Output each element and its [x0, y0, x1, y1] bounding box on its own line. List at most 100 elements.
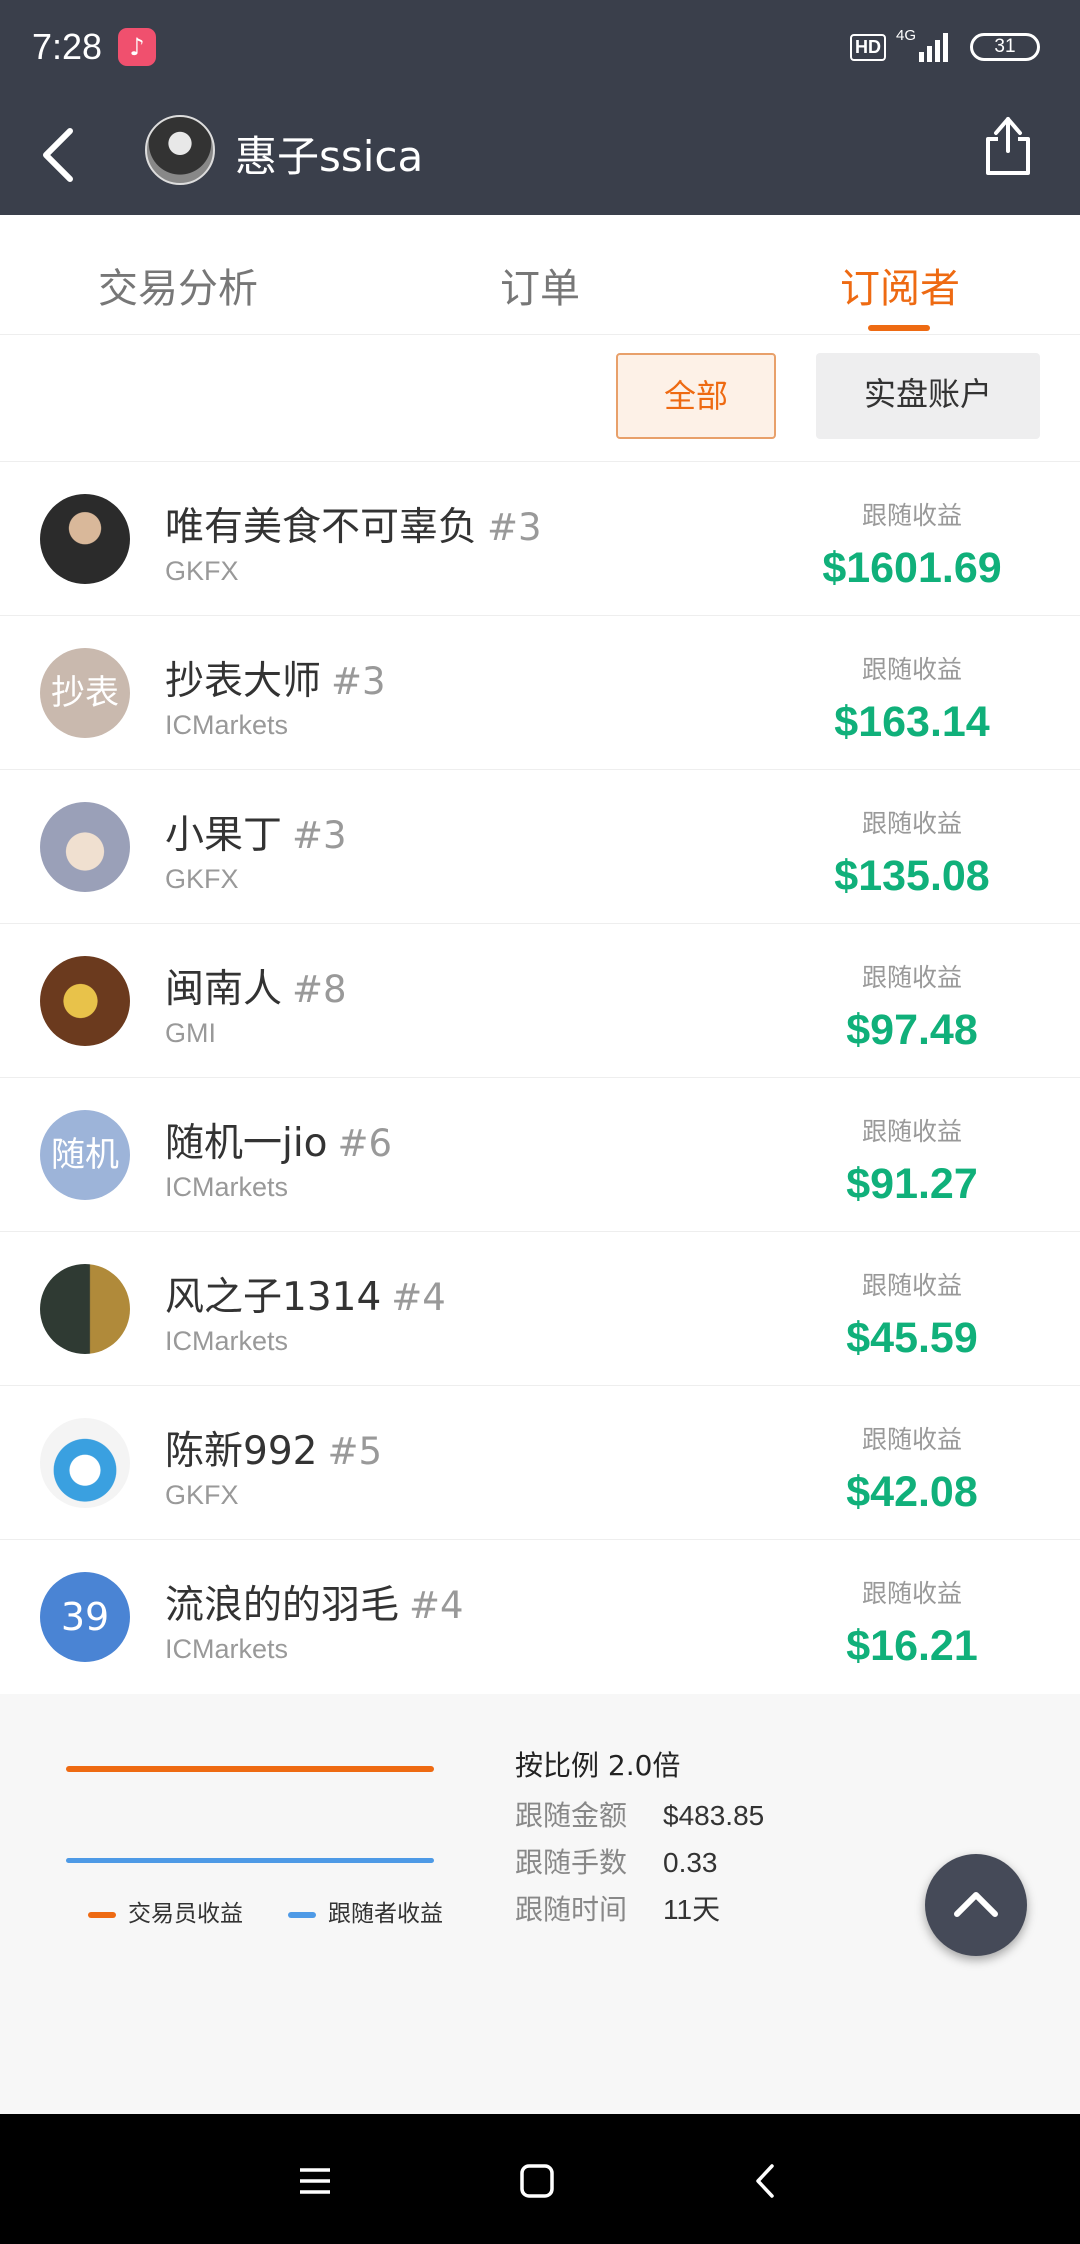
subscriber-rank: #3	[292, 814, 347, 857]
broker-name: ICMarkets	[165, 1172, 289, 1202]
stat-value: 11天	[663, 1894, 721, 1925]
broker-name: ICMarkets	[165, 710, 289, 740]
scroll-to-top-button[interactable]	[925, 1854, 1027, 1956]
page-title: 惠子ssica	[235, 132, 424, 181]
follow-ratio: 按比例 2.0倍	[515, 1749, 681, 1782]
trader-avatar[interactable]	[145, 115, 215, 185]
subscriber-rank: #6	[337, 1122, 393, 1165]
subscriber-name-row: 陈新992 #5	[165, 1420, 382, 1476]
hd-badge: HD	[850, 34, 886, 61]
stat-label: 跟随时间	[515, 1893, 628, 1926]
list-item[interactable]: 闽南人 #8 GMI 跟随收益 $97.48	[0, 924, 1080, 1078]
avatar	[40, 802, 130, 892]
profit-label: 跟随收益	[861, 501, 962, 530]
tab-subscribers[interactable]: 订阅者	[840, 256, 960, 314]
broker-name: GMI	[165, 1018, 216, 1048]
subscriber-name-row: 风之子1314 #4	[165, 1266, 446, 1322]
subscriber-rank: #4	[391, 1276, 446, 1319]
broker-name: GKFX	[165, 556, 239, 586]
legend-follower: 跟随者收益	[288, 1894, 443, 1928]
subscriber-name-row: 闽南人 #8	[165, 958, 347, 1014]
system-nav-bar	[0, 2114, 1080, 2244]
profit-value: $91.27	[846, 1160, 978, 1208]
subscriber-name: 陈新992	[165, 1429, 318, 1474]
chevron-up-icon	[954, 1892, 998, 1917]
follow-stats: 按比例 2.0倍 跟随金额 $483.85 跟随手数 0.33 跟随时间 11天	[515, 1744, 764, 1935]
list-item[interactable]: 小果丁 #3 GKFX 跟随收益 $135.08	[0, 770, 1080, 924]
subscriber-name: 流浪的的羽毛	[165, 1583, 400, 1628]
tab-trade-analysis[interactable]: 交易分析	[98, 256, 258, 314]
back-arrow-icon[interactable]	[32, 119, 92, 189]
avatar: 39	[40, 1572, 130, 1662]
avatar: 抄表	[40, 648, 130, 738]
list-item[interactable]: 抄表 抄表大师 #3 ICMarkets 跟随收益 $163.14	[0, 616, 1080, 770]
filter-all-button[interactable]: 全部	[616, 353, 776, 439]
subscriber-rank: #3	[487, 506, 542, 549]
subscriber-rank: #5	[327, 1430, 382, 1473]
menu-icon[interactable]	[290, 2156, 340, 2206]
list-item[interactable]: 陈新992 #5 GKFX 跟随收益 $42.08	[0, 1386, 1080, 1540]
stat-label: 跟随手数	[515, 1846, 628, 1879]
home-icon[interactable]	[512, 2156, 562, 2206]
legend-follower-label: 跟随者收益	[328, 1901, 443, 1927]
signal-icon	[919, 33, 948, 62]
top-app-bar: 惠子ssica	[0, 95, 1080, 215]
profit-label: 跟随收益	[861, 1579, 962, 1608]
list-item[interactable]: 唯有美食不可辜负 #3 GKFX 跟随收益 $1601.69	[0, 462, 1080, 616]
avatar: 随机	[40, 1110, 130, 1200]
avatar	[40, 1264, 130, 1354]
stat-label: 跟随金额	[515, 1799, 628, 1832]
profit-value: $42.08	[846, 1468, 978, 1516]
subscriber-rank: #3	[331, 660, 386, 703]
subscriber-name: 小果丁	[165, 813, 283, 858]
profit-label: 跟随收益	[861, 809, 962, 838]
profit-value: $163.14	[834, 698, 990, 746]
list-item[interactable]: 随机 随机一jio #6 ICMarkets 跟随收益 $91.27	[0, 1078, 1080, 1232]
profit-label: 跟随收益	[861, 1271, 962, 1300]
profit-value: $1601.69	[822, 544, 1002, 592]
clock: 7:28	[32, 26, 103, 67]
trader-profit-line	[66, 1766, 434, 1772]
broker-name: ICMarkets	[165, 1634, 289, 1664]
filter-real-account-button[interactable]: 实盘账户	[816, 353, 1040, 439]
list-item[interactable]: 39 流浪的的羽毛 #4 ICMarkets 跟随收益 $16.21	[0, 1540, 1080, 1694]
profit-value: $97.48	[846, 1006, 978, 1054]
share-icon[interactable]	[980, 111, 1036, 179]
subscriber-name: 随机一jio	[165, 1121, 328, 1166]
legend-trader-label: 交易员收益	[128, 1901, 243, 1927]
follower-profit-line	[66, 1858, 434, 1863]
avatar	[40, 956, 130, 1046]
legend-swatch-orange	[88, 1911, 116, 1918]
legend-trader: 交易员收益	[88, 1894, 243, 1928]
broker-name: GKFX	[165, 864, 239, 894]
subscriber-list: 唯有美食不可辜负 #3 GKFX 跟随收益 $1601.69 抄表 抄表大师 #3 …	[0, 462, 1080, 1694]
subscriber-name: 唯有美食不可辜负	[165, 505, 478, 550]
subscriber-name-row: 唯有美食不可辜负 #3	[165, 496, 542, 552]
stat-row: 跟随手数 0.33	[515, 1841, 764, 1888]
avatar	[40, 1418, 130, 1508]
subscriber-name: 闽南人	[165, 967, 283, 1012]
back-icon[interactable]	[740, 2156, 790, 2206]
subscriber-name: 风之子1314	[165, 1275, 382, 1320]
subscriber-name-row: 随机一jio #6	[165, 1112, 392, 1168]
stat-value: 0.33	[663, 1847, 718, 1878]
profit-label: 跟随收益	[861, 963, 962, 992]
subscriber-rank: #8	[292, 968, 347, 1011]
subscriber-rank: #4	[409, 1584, 464, 1627]
filter-bar: 全部 实盘账户	[0, 336, 1080, 462]
list-item[interactable]: 风之子1314 #4 ICMarkets 跟随收益 $45.59	[0, 1232, 1080, 1386]
avatar	[40, 494, 130, 584]
profit-value: $135.08	[834, 852, 990, 900]
subscriber-name-row: 抄表大师 #3	[165, 650, 386, 706]
legend-swatch-blue	[288, 1911, 316, 1918]
network-type: 4G	[896, 27, 917, 44]
battery-indicator: 31	[970, 33, 1040, 61]
tab-orders[interactable]: 订单	[500, 256, 580, 314]
status-bar: 7:28 ♪ HD 4G 31	[0, 0, 1080, 95]
profit-label: 跟随收益	[861, 655, 962, 684]
subscriber-name-row: 小果丁 #3	[165, 804, 347, 860]
subscriber-name-row: 流浪的的羽毛 #4	[165, 1574, 464, 1630]
active-tab-indicator	[868, 325, 930, 331]
stat-value: $483.85	[663, 1800, 765, 1831]
profit-value: $16.21	[846, 1622, 978, 1670]
